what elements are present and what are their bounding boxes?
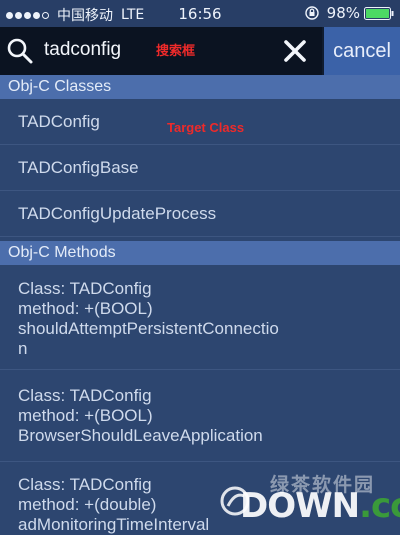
battery-icon <box>364 6 394 20</box>
list-item-method[interactable]: Class: TADConfig method: +(BOOL) Browser… <box>0 370 400 462</box>
list-item-method[interactable]: Class: TADConfig method: +(BOOL) shouldA… <box>0 265 400 370</box>
class-name-label: TADConfig <box>18 112 100 131</box>
method-name-line: BrowserShouldLeaveApplication <box>18 426 263 445</box>
method-text: Class: TADConfig method: +(BOOL) Browser… <box>18 386 263 446</box>
method-signature-line: method: +(BOOL) <box>18 299 153 318</box>
search-annotation-label: 搜索框 <box>156 44 196 59</box>
section-header-methods: Obj-C Methods <box>0 241 400 265</box>
method-name-line: shouldAttemptPersistentConnectio <box>18 319 279 338</box>
search-input[interactable]: tadconfig <box>44 39 121 61</box>
method-signature-line: method: +(BOOL) <box>18 406 153 425</box>
watermark: 绿茶软件园 DOWN.cc <box>220 470 400 528</box>
class-name-label: TADConfigUpdateProcess <box>18 204 217 223</box>
method-text: Class: TADConfig method: +(double) adMon… <box>18 475 209 535</box>
list-item-class[interactable]: TADConfigUpdateProcess <box>0 191 400 237</box>
status-right: 98% <box>304 4 394 22</box>
method-class-line: Class: TADConfig <box>18 475 152 494</box>
method-signature-line: method: +(double) <box>18 495 157 514</box>
search-icon <box>7 38 33 64</box>
clear-search-icon[interactable] <box>283 39 307 63</box>
section-header-classes: Obj-C Classes <box>0 75 400 99</box>
status-bar: 中国移动 LTE 16:56 98% <box>0 0 400 27</box>
method-text: Class: TADConfig method: +(BOOL) shouldA… <box>18 279 279 359</box>
method-class-line: Class: TADConfig <box>18 279 152 298</box>
list-item-class[interactable]: TADConfigBase <box>0 145 400 191</box>
class-name-label: TADConfigBase <box>18 158 139 177</box>
battery-percent: 98% <box>326 4 360 22</box>
method-name-line-wrap: n <box>18 339 28 358</box>
target-class-annotation: Target Class <box>167 120 245 135</box>
cancel-button[interactable]: cancel <box>324 27 400 75</box>
watermark-main-text: DOWN.cc <box>240 486 400 526</box>
rotation-lock-icon <box>304 6 319 20</box>
search-bar: tadconfig 搜索框 cancel <box>0 27 400 75</box>
method-class-line: Class: TADConfig <box>18 386 152 405</box>
search-field[interactable]: tadconfig 搜索框 <box>0 27 322 75</box>
method-name-line: adMonitoringTimeInterval <box>18 515 210 534</box>
